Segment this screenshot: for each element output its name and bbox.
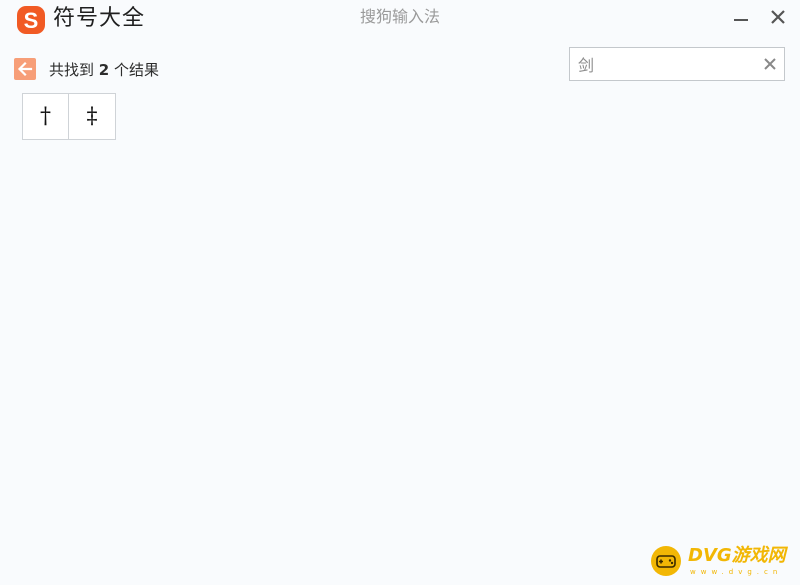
symbol-grid: † ‡ xyxy=(22,93,116,140)
watermark-text: DVG游戏网 xyxy=(688,545,786,566)
symbol-cell-double-dagger[interactable]: ‡ xyxy=(69,93,116,140)
back-button[interactable] xyxy=(14,58,36,80)
minimize-button[interactable] xyxy=(730,6,752,28)
close-icon xyxy=(771,10,785,24)
results-count-number: 2 xyxy=(98,61,110,79)
minimize-icon xyxy=(734,19,748,21)
gamepad-icon xyxy=(650,545,682,577)
clear-icon xyxy=(764,58,776,70)
results-suffix: 个结果 xyxy=(109,61,159,79)
symbol-cell-dagger[interactable]: † xyxy=(22,93,69,140)
window-title: 搜狗输入法 xyxy=(359,7,440,26)
watermark: DVG游戏网 www.dvg.cn xyxy=(650,543,795,581)
watermark-url: www.dvg.cn xyxy=(690,568,783,576)
search-box xyxy=(569,47,785,81)
results-prefix: 共找到 xyxy=(49,61,99,79)
arrow-left-icon xyxy=(17,61,33,77)
clear-search-button[interactable] xyxy=(763,57,777,71)
search-input[interactable] xyxy=(578,48,748,80)
results-count: 共找到 2 个结果 xyxy=(49,59,159,81)
close-button[interactable] xyxy=(767,6,789,28)
